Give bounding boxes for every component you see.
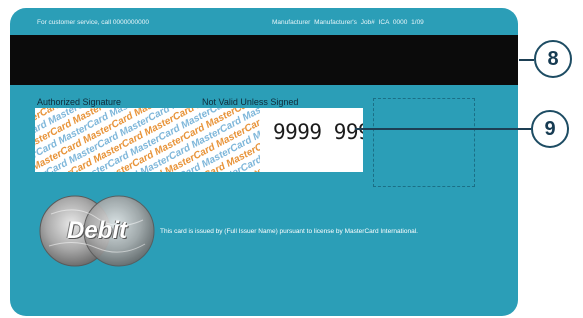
signature-panel: MasterCard MasterCard MasterCard MasterC…: [35, 108, 363, 172]
callout-9-label: 9: [544, 117, 556, 140]
issuer-license-text: This card is issued by (Full Issuer Name…: [160, 228, 418, 235]
callout-line-9: [355, 128, 531, 130]
debit-hologram: Debit: [37, 194, 157, 268]
authorized-signature-label: Authorized Signature: [37, 97, 122, 107]
debit-logo-text: Debit: [67, 217, 127, 244]
card-top-text: For customer service, call 0000000000 Ma…: [10, 8, 518, 32]
callout-8-label: 8: [547, 47, 559, 70]
callout-8: 8: [534, 40, 572, 78]
signature-panel-number: 9999 999: [273, 120, 363, 144]
callout-line-8: [519, 59, 534, 61]
magnetic-stripe: [10, 35, 518, 85]
card-back: For customer service, call 0000000000 Ma…: [10, 8, 518, 316]
manufacturer-text: Manufacturer Manufacturer's Job# ICA 000…: [272, 19, 424, 26]
callout-9: 9: [531, 110, 569, 148]
signature-panel-pattern: MasterCard MasterCard MasterCard MasterC…: [35, 108, 260, 172]
not-valid-unless-signed-label: Not Valid Unless Signed: [202, 97, 299, 107]
customer-service-text: For customer service, call 0000000000: [37, 19, 150, 26]
pattern-group: MasterCard MasterCard MasterCard MasterC…: [35, 108, 260, 172]
signature-box-outline: [373, 98, 475, 187]
